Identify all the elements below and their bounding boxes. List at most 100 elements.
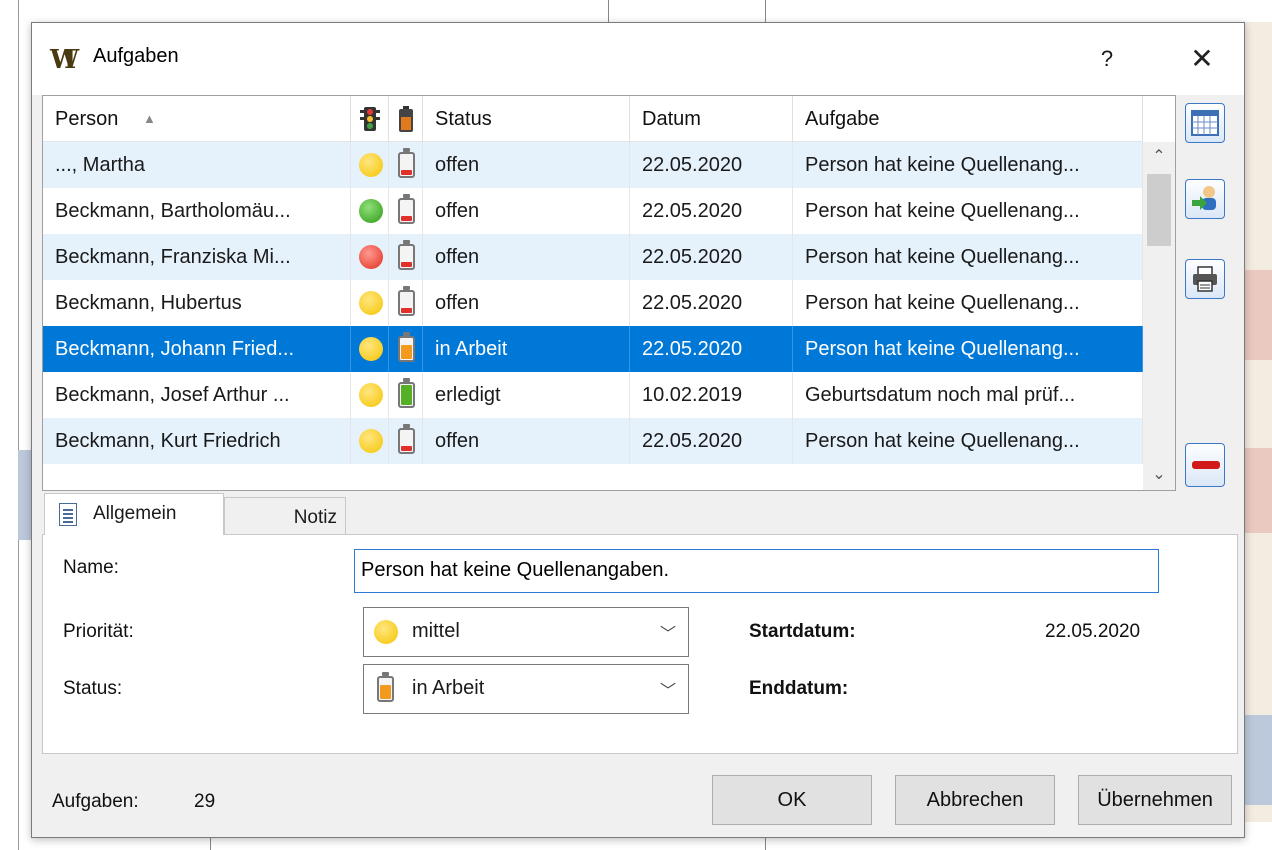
document-icon: [59, 503, 77, 526]
background-border: [18, 0, 19, 850]
background-panel: [1245, 715, 1272, 805]
date-cell: 22.05.2020: [630, 418, 793, 464]
print-button[interactable]: [1185, 259, 1225, 299]
progress-cell: [389, 188, 423, 234]
tasks-table: Person ▲ Status Datum Aufgabe ..., Marth…: [42, 95, 1176, 491]
traffic-light-icon: [360, 107, 380, 131]
minus-icon: [1192, 461, 1220, 469]
remove-task-button[interactable]: [1185, 443, 1225, 487]
task-count-label: Aufgaben:: [52, 791, 139, 812]
tab-notiz[interactable]: Notiz: [224, 497, 346, 539]
column-header-date[interactable]: Datum: [630, 96, 793, 142]
table-row[interactable]: Beckmann, Josef Arthur ... erledigt 10.02.…: [43, 372, 1143, 418]
battery-low-icon: [398, 240, 415, 270]
priority-yellow-icon: [359, 153, 383, 177]
details-panel: Name: Person hat keine Quellenangaben. P…: [42, 534, 1238, 754]
priority-value: mittel: [412, 620, 460, 642]
battery-low-icon: [398, 194, 415, 224]
background-panel: [1245, 270, 1272, 360]
name-field[interactable]: Person hat keine Quellenangaben.: [354, 549, 1159, 593]
cancel-button[interactable]: Abbrechen: [895, 775, 1055, 825]
date-cell: 22.05.2020: [630, 280, 793, 326]
column-header-priority[interactable]: [351, 96, 389, 142]
column-header-person[interactable]: Person ▲: [43, 96, 351, 142]
table-row[interactable]: Beckmann, Franziska Mi... offen 22.05.2020…: [43, 234, 1143, 280]
calendar-button[interactable]: [1185, 103, 1225, 143]
vertical-scrollbar[interactable]: ⌃ ⌄: [1143, 142, 1175, 490]
priority-label: Priorität:: [63, 621, 134, 642]
column-header-task[interactable]: Aufgabe: [793, 96, 1143, 142]
table-row[interactable]: ..., Martha offen 22.05.2020 Person hat kei…: [43, 142, 1143, 188]
priority-select[interactable]: mittel ﹀: [363, 607, 689, 657]
date-cell: 22.05.2020: [630, 142, 793, 188]
progress-cell: [389, 418, 423, 464]
background-divider: [210, 838, 211, 850]
close-button[interactable]: ✕: [1172, 37, 1232, 81]
window-title: Aufgaben: [93, 45, 179, 67]
status-cell: offen: [423, 234, 630, 280]
task-cell: Person hat keine Quellenang...: [793, 280, 1143, 326]
app-logo-icon: W I: [49, 43, 85, 73]
priority-cell: [351, 372, 389, 418]
task-count-value: 29: [194, 791, 216, 812]
chevron-down-icon: ﹀: [659, 683, 676, 700]
person-cell: Beckmann, Hubertus: [43, 280, 351, 326]
status-select[interactable]: in Arbeit ﹀: [363, 664, 689, 714]
background-panel: [1245, 22, 1272, 822]
background-divider: [765, 838, 766, 850]
tasks-dialog: W I Aufgaben ? ✕ Person ▲ Status Datum A…: [31, 22, 1245, 838]
person-cell: Beckmann, Kurt Friedrich: [43, 418, 351, 464]
in-progress-icon: [377, 672, 394, 702]
help-button[interactable]: ?: [1082, 37, 1132, 81]
priority-yellow-icon: [359, 337, 383, 361]
scrollbar-thumb[interactable]: [1147, 174, 1171, 246]
status-label: Status:: [63, 678, 123, 699]
table-row[interactable]: Beckmann, Kurt Friedrich offen 22.05.2020 P…: [43, 418, 1143, 464]
priority-cell: [351, 188, 389, 234]
table-row[interactable]: [43, 464, 1143, 490]
priority-cell: [351, 234, 389, 280]
table-row[interactable]: Beckmann, Hubertus offen 22.05.2020 Person …: [43, 280, 1143, 326]
assign-person-button[interactable]: [1185, 179, 1225, 219]
start-date-label: Startdatum:: [749, 621, 856, 642]
task-cell: Person hat keine Quellenang...: [793, 326, 1143, 372]
battery-low-icon: [398, 148, 415, 178]
scroll-up-icon[interactable]: ⌃: [1143, 142, 1175, 172]
column-header-status[interactable]: Status: [423, 96, 630, 142]
printer-icon: [1193, 266, 1217, 292]
status-value: in Arbeit: [412, 677, 485, 699]
chevron-down-icon: ﹀: [659, 626, 676, 643]
battery-mid-icon: [398, 332, 415, 362]
priority-yellow-icon: [359, 383, 383, 407]
tab-label: Allgemein: [93, 503, 177, 524]
tab-allgemein[interactable]: Allgemein: [44, 493, 224, 535]
task-cell: Geburtsdatum noch mal prüf...: [793, 372, 1143, 418]
battery-icon: [399, 106, 413, 132]
person-arrow-icon: [1192, 186, 1216, 210]
column-header-progress[interactable]: [389, 96, 423, 142]
priority-yellow-icon: [359, 291, 383, 315]
battery-low-icon: [398, 424, 415, 454]
task-cell: Person hat keine Quellenang...: [793, 188, 1143, 234]
person-cell: Beckmann, Bartholomäu...: [43, 188, 351, 234]
status-cell: in Arbeit: [423, 326, 630, 372]
svg-text:I: I: [64, 45, 76, 73]
scroll-down-icon[interactable]: ⌄: [1143, 460, 1175, 490]
table-row[interactable]: Beckmann, Johann Fried... in Arbeit 22.05.…: [43, 326, 1143, 372]
tab-label: Notiz: [293, 507, 337, 528]
background-panel: [18, 450, 31, 540]
background-panel: [1245, 448, 1272, 533]
priority-cell: [351, 418, 389, 464]
ok-button[interactable]: OK: [712, 775, 872, 825]
date-cell: 10.02.2019: [630, 372, 793, 418]
status-cell: offen: [423, 142, 630, 188]
status-cell: offen: [423, 188, 630, 234]
battery-low-icon: [398, 286, 415, 316]
name-label: Name:: [63, 557, 119, 578]
table-row[interactable]: Beckmann, Bartholomäu... offen 22.05.2020 P…: [43, 188, 1143, 234]
task-cell: Person hat keine Quellenang...: [793, 142, 1143, 188]
table-header: Person ▲ Status Datum Aufgabe: [43, 96, 1143, 142]
apply-button[interactable]: Übernehmen: [1078, 775, 1232, 825]
status-cell: erledigt: [423, 372, 630, 418]
title-bar: W I Aufgaben ? ✕: [32, 23, 1244, 95]
